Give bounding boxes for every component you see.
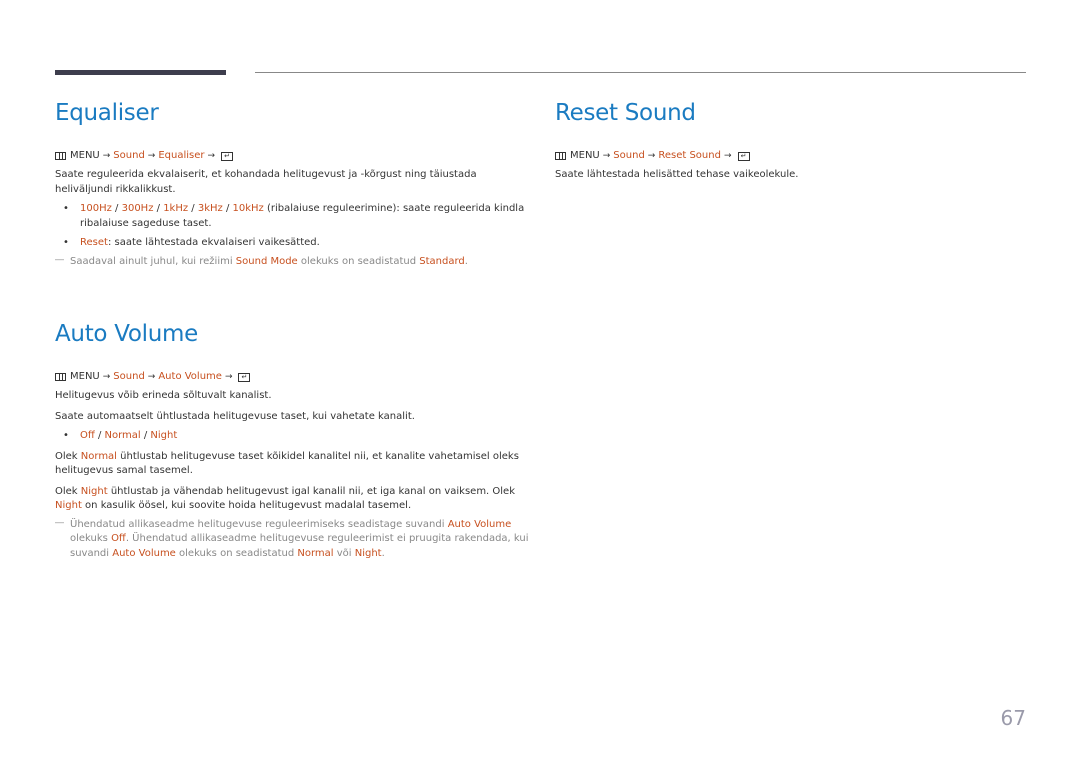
note-night: Night <box>354 547 382 559</box>
option-100hz: 100Hz <box>80 203 112 214</box>
menu-path-equaliser: Equaliser <box>158 150 205 161</box>
menu-icon <box>55 373 66 381</box>
page-number: 67 <box>1000 706 1026 730</box>
note-sound-mode: Sound Mode <box>235 255 298 267</box>
reset-sound-section: Reset Sound MENU → Sound → Reset Sound →… <box>555 100 1025 183</box>
option-10khz: 10kHz <box>232 203 264 214</box>
note-auto-volume: Auto Volume <box>447 518 512 530</box>
enter-icon: ↵ <box>238 372 251 382</box>
option-off: Off <box>80 430 95 441</box>
text: Olek <box>55 450 81 462</box>
arrow-icon: → <box>647 151 656 161</box>
note-text: . <box>381 547 385 559</box>
text: Olek <box>55 485 81 497</box>
note-text: Saadaval ainult juhul, kui režiimi <box>70 255 236 267</box>
note-text: Ühendatud allikaseadme helitugevuse regu… <box>70 518 448 530</box>
option-night: Night <box>150 430 178 441</box>
menu-label: MENU <box>570 150 600 161</box>
note-normal: Normal <box>297 547 334 559</box>
menu-icon <box>55 152 66 160</box>
equaliser-note: Saadaval ainult juhul, kui režiimi Sound… <box>55 253 535 270</box>
arrow-icon: → <box>723 151 732 161</box>
night-term: Night <box>55 500 82 511</box>
option-300hz: 300Hz <box>121 203 154 214</box>
arrow-icon: → <box>207 151 216 161</box>
equaliser-section: Equaliser MENU → Sound → Equaliser → ↵ S… <box>55 100 535 269</box>
note-text: . <box>464 255 468 267</box>
equaliser-bullets: 100Hz / 300Hz / 1kHz / 3kHz / 10kHz (rib… <box>55 202 535 251</box>
note-auto-volume: Auto Volume <box>112 547 176 559</box>
reset-sound-title: Reset Sound <box>555 100 696 126</box>
normal-term: Normal <box>80 450 117 462</box>
note-off: Off <box>111 533 126 544</box>
arrow-icon: → <box>147 372 156 382</box>
equaliser-intro: Saate reguleerida ekvalaiserit, et kohan… <box>55 169 477 195</box>
auto-volume-options: Off / Normal / Night <box>55 429 535 444</box>
bullet-text: : saate lähtestada ekvalaiseri vaikesätt… <box>107 237 320 248</box>
menu-path-sound: Sound <box>613 150 645 161</box>
normal-description: Olek Normal ühtlustab helitugevuse taset… <box>55 450 535 479</box>
list-item: Off / Normal / Night <box>55 429 535 444</box>
night-description: Olek Night ühtlustab ja vähendab helitug… <box>55 485 535 514</box>
arrow-icon: → <box>602 151 611 161</box>
auto-volume-para2: Saate automaatselt ühtlustada helitugevu… <box>55 410 415 422</box>
option-reset: Reset <box>80 237 108 248</box>
menu-label: MENU <box>70 150 100 161</box>
text: ühtlustab ja vähendab helitugevust igal … <box>107 485 516 497</box>
list-item: Reset: saate lähtestada ekvalaiseri vaik… <box>55 236 535 251</box>
note-text: olekuks <box>70 533 112 544</box>
reset-sound-text: Saate lähtestada helisätted tehase vaike… <box>555 169 799 180</box>
note-text: või <box>333 547 355 559</box>
text: on kasulik öösel, kui soovite hoida heli… <box>81 500 412 511</box>
menu-label: MENU <box>70 371 100 382</box>
equaliser-title: Equaliser <box>55 100 159 126</box>
text: ühtlustab helitugevuse taset kõikidel ka… <box>55 450 519 477</box>
arrow-icon: → <box>102 151 111 161</box>
enter-icon: ↵ <box>737 151 750 161</box>
menu-path-reset-sound: Reset Sound <box>658 150 721 161</box>
menu-path-auto-volume: Auto Volume <box>158 371 222 382</box>
arrow-icon: → <box>102 372 111 382</box>
auto-volume-title: Auto Volume <box>55 321 198 347</box>
menu-path-sound: Sound <box>113 371 145 382</box>
note-text: olekuks on seadistatud <box>297 255 420 267</box>
reset-sound-menu-path: MENU → Sound → Reset Sound → ↵ <box>555 149 1025 163</box>
menu-icon <box>555 152 566 160</box>
note-text: olekuks on seadistatud <box>175 547 298 559</box>
list-item: 100Hz / 300Hz / 1kHz / 3kHz / 10kHz (rib… <box>55 202 535 231</box>
night-term: Night <box>80 485 108 497</box>
header-rule-thick <box>55 70 226 75</box>
option-1khz: 1kHz <box>163 203 189 214</box>
option-normal: Normal <box>104 430 141 441</box>
option-3khz: 3kHz <box>197 203 223 214</box>
enter-icon: ↵ <box>221 151 234 161</box>
equaliser-menu-path: MENU → Sound → Equaliser → ↵ <box>55 149 535 163</box>
auto-volume-section: Auto Volume MENU → Sound → Auto Volume →… <box>55 321 535 561</box>
menu-path-sound: Sound <box>113 150 145 161</box>
arrow-icon: → <box>224 372 233 382</box>
auto-volume-menu-path: MENU → Sound → Auto Volume → ↵ <box>55 370 535 384</box>
auto-volume-para1: Helitugevus võib erineda sõltuvalt kanal… <box>55 390 272 401</box>
arrow-icon: → <box>147 151 156 161</box>
note-standard: Standard <box>419 255 465 267</box>
header-rule-thin <box>255 72 1026 73</box>
auto-volume-note: Ühendatud allikaseadme helitugevuse regu… <box>55 516 535 562</box>
